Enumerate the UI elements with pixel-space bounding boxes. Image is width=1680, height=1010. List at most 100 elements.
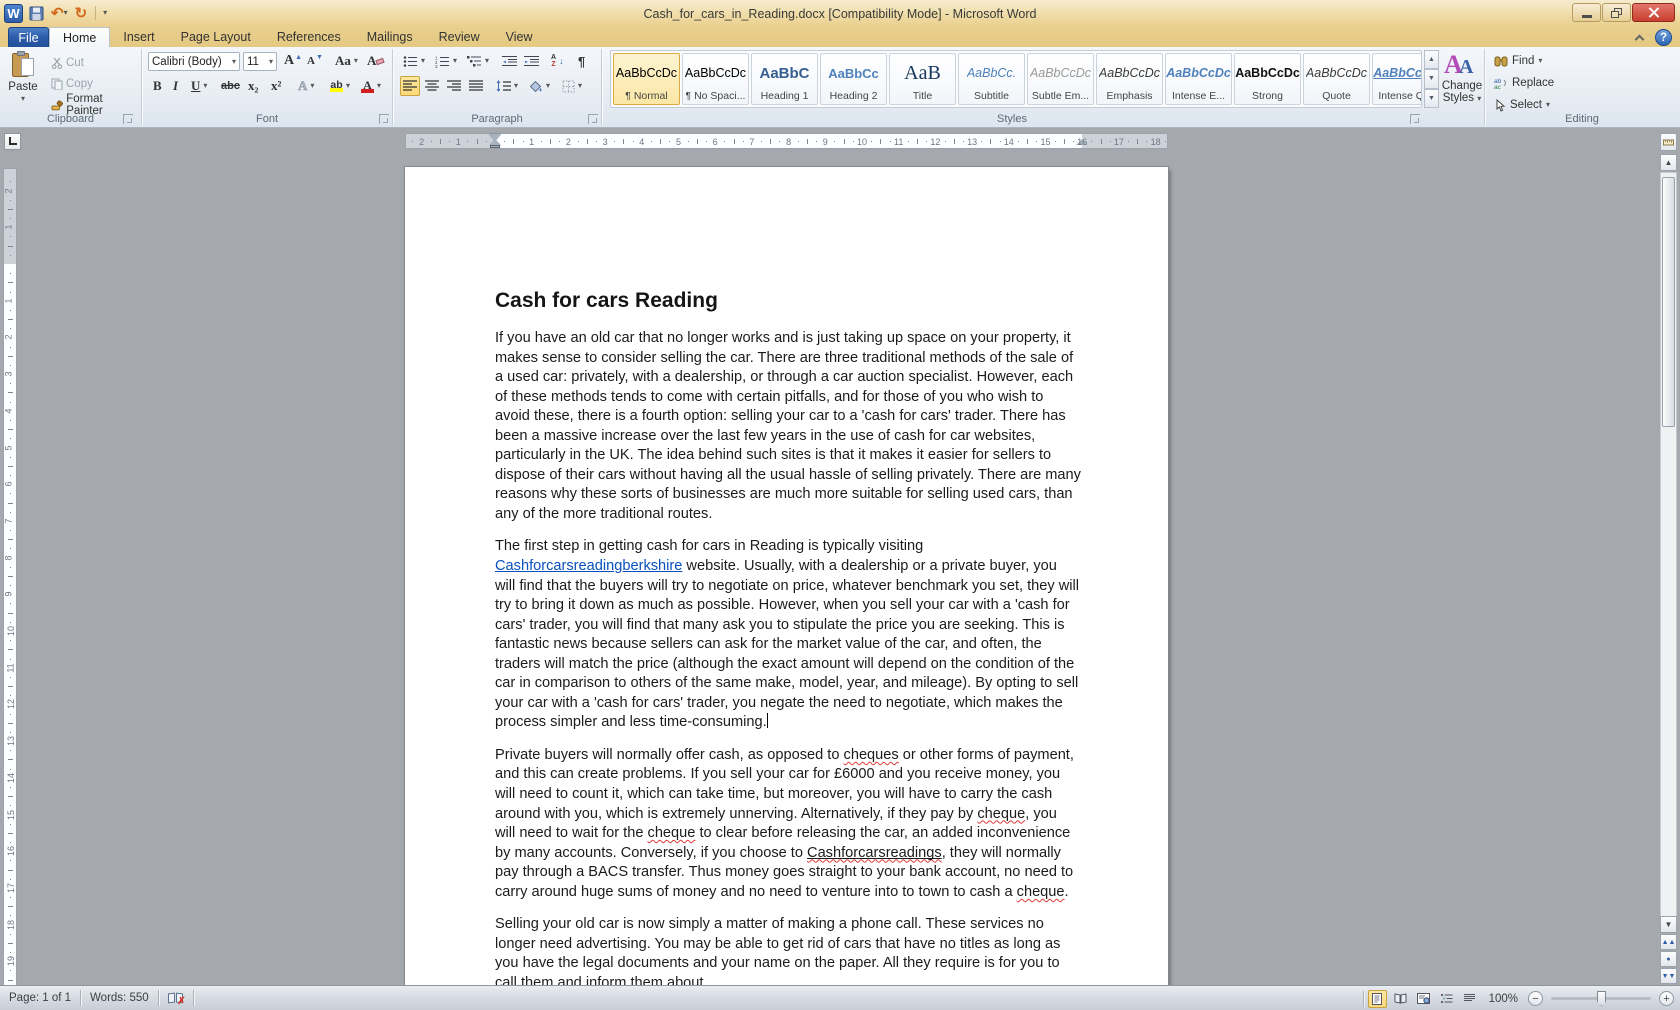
bullets-button[interactable]: ▾ — [400, 51, 428, 71]
paste-button[interactable]: Paste ▾ — [4, 47, 42, 104]
tab-page-layout[interactable]: Page Layout — [168, 27, 264, 47]
numbering-button[interactable]: 123 ▾ — [432, 51, 460, 71]
tab-home[interactable]: Home — [49, 27, 110, 47]
tab-insert[interactable]: Insert — [110, 27, 167, 47]
justify-button[interactable] — [466, 76, 486, 96]
align-right-button[interactable] — [444, 76, 464, 96]
font-dialog-launcher[interactable] — [379, 114, 389, 124]
scroll-up-button[interactable]: ▲ — [1660, 154, 1677, 171]
cut-button[interactable]: Cut — [48, 53, 87, 73]
word-count[interactable]: Words: 550 — [81, 986, 158, 1010]
restore-button[interactable] — [1602, 3, 1631, 22]
show-hide-pilcrow-button[interactable]: ¶ — [575, 51, 588, 71]
font-size-combo[interactable]: 11 ▾ — [243, 52, 277, 71]
style-title[interactable]: AaBTitle — [889, 53, 956, 105]
style-quote[interactable]: AaBbCcDcQuote — [1303, 53, 1370, 105]
qat-customize-icon[interactable]: ▾ — [103, 9, 107, 17]
tab-mailings[interactable]: Mailings — [354, 27, 426, 47]
draft-view-button[interactable] — [1460, 990, 1479, 1008]
copy-button[interactable]: Copy — [48, 74, 96, 94]
tab-references[interactable]: References — [264, 27, 354, 47]
tab-review[interactable]: Review — [426, 27, 493, 47]
redo-button[interactable]: ↻ — [74, 3, 89, 23]
style-subtitle[interactable]: AaBbCc.Subtitle — [958, 53, 1025, 105]
document-page[interactable]: Cash for cars Reading If you have an old… — [405, 167, 1168, 985]
paragraph[interactable]: If you have an old car that no longer wo… — [495, 329, 1081, 524]
format-painter-button[interactable]: Format Painter — [48, 95, 141, 115]
select-button[interactable]: Select▾ — [1494, 96, 1550, 114]
tab-file[interactable]: File — [8, 27, 49, 47]
underline-button[interactable]: U▾ — [188, 76, 210, 96]
scrollbar-thumb[interactable] — [1662, 177, 1675, 427]
horizontal-ruler[interactable]: 21123456789101112131415161718 — [405, 133, 1168, 149]
paragraph[interactable]: The first step in getting cash for cars … — [495, 537, 1081, 732]
undo-button[interactable]: ↶ ▾ — [50, 3, 69, 23]
zoom-slider-thumb[interactable] — [1597, 991, 1606, 1006]
full-screen-reading-view-button[interactable] — [1391, 990, 1410, 1008]
zoom-slider-track[interactable] — [1551, 997, 1651, 1000]
style-strong[interactable]: AaBbCcDcStrong — [1234, 53, 1301, 105]
web-layout-view-button[interactable] — [1414, 990, 1433, 1008]
change-case-button[interactable]: Aa▾ — [332, 51, 361, 71]
font-name-combo[interactable]: Calibri (Body) ▾ — [148, 52, 240, 71]
tab-view[interactable]: View — [493, 27, 546, 47]
vertical-ruler[interactable]: 2112345678910111213141516171819 — [3, 168, 17, 985]
style-normal[interactable]: AaBbCcDc¶ Normal — [613, 53, 680, 105]
print-layout-view-button[interactable] — [1368, 990, 1387, 1008]
strikethrough-button[interactable]: abc — [218, 76, 243, 96]
styles-scroll-down-button[interactable]: ▼ — [1424, 69, 1439, 88]
zoom-in-button[interactable]: + — [1659, 991, 1674, 1006]
replace-button[interactable]: ab ac Replace — [1494, 74, 1554, 92]
highlight-color-button[interactable]: ab ▾ — [327, 76, 353, 96]
style-intenseQ[interactable]: AaBbCcDcIntense Q... — [1372, 53, 1422, 105]
borders-button[interactable]: ▾ — [559, 76, 585, 96]
grow-font-button[interactable]: A▲ — [281, 51, 305, 71]
styles-more-button[interactable]: ▼ — [1424, 89, 1439, 108]
proofing-status[interactable]: ✗ — [159, 986, 193, 1010]
italic-button[interactable]: I — [170, 76, 181, 96]
document-heading[interactable]: Cash for cars Reading — [495, 289, 1081, 313]
styles-dialog-launcher[interactable] — [1410, 114, 1420, 124]
paragraph[interactable]: Private buyers will normally offer cash,… — [495, 746, 1081, 902]
style-h2[interactable]: AaBbCcHeading 2 — [820, 53, 887, 105]
zoom-level[interactable]: 100% — [1483, 986, 1524, 1010]
scroll-down-button[interactable]: ▼ — [1660, 916, 1677, 933]
style-emphasis[interactable]: AaBbCcDcEmphasis — [1096, 53, 1163, 105]
align-left-button[interactable] — [400, 76, 420, 96]
styles-scroll-up-button[interactable]: ▲ — [1424, 50, 1439, 69]
text-effects-button[interactable]: A▾ — [295, 76, 317, 96]
subscript-button[interactable]: x₂ — [245, 76, 261, 96]
font-color-button[interactable]: A ▾ — [358, 76, 384, 96]
change-styles-button[interactable]: AA Change Styles ▾ — [1440, 50, 1484, 104]
style-intenseE[interactable]: AaBbCcDcIntense E... — [1165, 53, 1232, 105]
line-spacing-button[interactable]: ▾ — [493, 76, 521, 96]
browse-object-button[interactable]: ● — [1660, 951, 1677, 967]
undo-dropdown-icon[interactable]: ▾ — [64, 9, 68, 17]
collapse-ribbon-button[interactable] — [1631, 31, 1647, 45]
previous-page-button[interactable]: ▲▲ — [1660, 934, 1677, 950]
clear-formatting-button[interactable]: A — [364, 51, 387, 71]
close-button[interactable] — [1632, 3, 1675, 22]
decrease-indent-button[interactable] — [499, 51, 520, 71]
tab-stop-selector[interactable] — [4, 133, 21, 150]
bold-button[interactable]: B — [150, 76, 165, 96]
ruler-toggle-button[interactable] — [1660, 133, 1677, 151]
zoom-out-button[interactable]: − — [1528, 991, 1543, 1006]
style-nospace[interactable]: AaBbCcDc¶ No Spaci... — [682, 53, 749, 105]
word-logo-icon[interactable]: W — [4, 4, 23, 23]
left-indent-marker[interactable] — [490, 145, 500, 148]
page-indicator[interactable]: Page: 1 of 1 — [0, 986, 80, 1010]
minimize-button[interactable] — [1572, 3, 1601, 22]
hyperlink[interactable]: Cashforcarsreadingberkshire — [495, 558, 682, 574]
help-button[interactable]: ? — [1655, 29, 1672, 46]
paragraph[interactable]: Selling your old car is now simply a mat… — [495, 915, 1081, 985]
style-h1[interactable]: AaBbCHeading 1 — [751, 53, 818, 105]
shrink-font-button[interactable]: A▼ — [304, 51, 326, 71]
paste-dropdown-icon[interactable]: ▾ — [21, 95, 25, 103]
increase-indent-button[interactable] — [521, 51, 542, 71]
clipboard-dialog-launcher[interactable] — [123, 114, 133, 124]
sort-button[interactable]: AZ ↓ — [548, 51, 567, 71]
align-center-button[interactable] — [422, 76, 442, 96]
save-button[interactable] — [28, 3, 45, 23]
outline-view-button[interactable] — [1437, 990, 1456, 1008]
